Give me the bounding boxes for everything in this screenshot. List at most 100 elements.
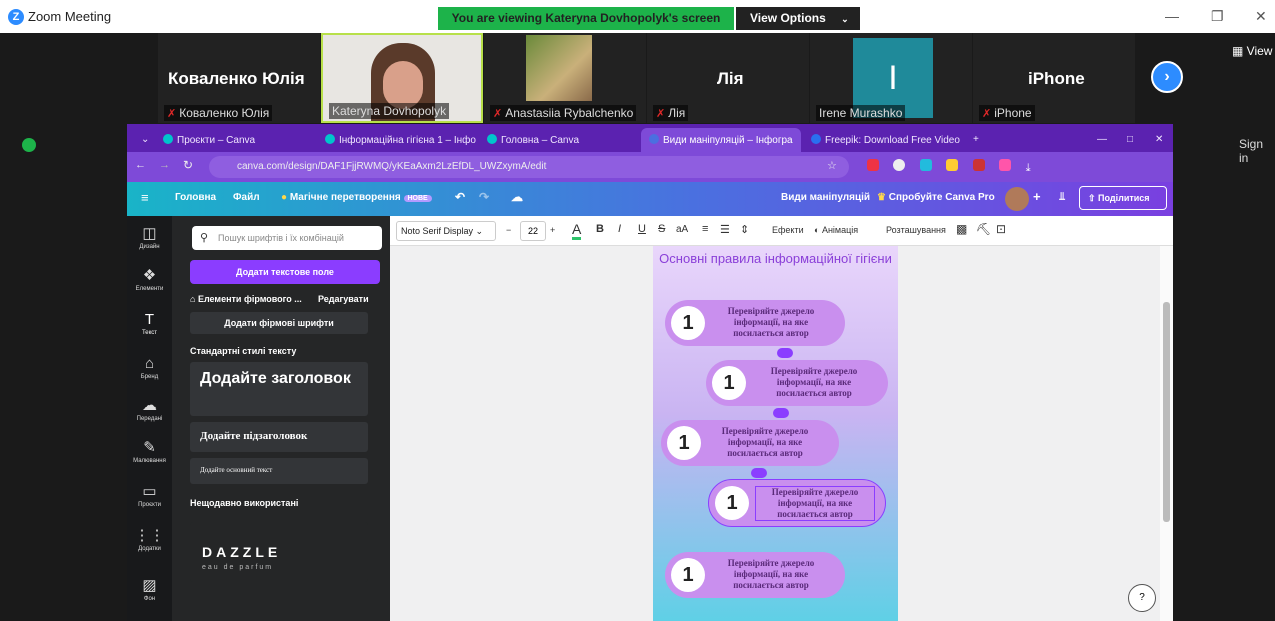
text-color-icon[interactable]: A xyxy=(572,221,582,240)
home-menu[interactable]: Головна xyxy=(175,192,216,203)
star-icon[interactable]: ☆ xyxy=(827,159,837,172)
file-menu[interactable]: Файл xyxy=(233,192,260,203)
extension-icon[interactable] xyxy=(999,159,1012,171)
forward-icon[interactable]: → xyxy=(159,159,170,171)
edit-link[interactable]: Редагувати xyxy=(318,294,369,304)
participant-tile[interactable]: Коваленко Юлія ✗ Коваленко Юлія xyxy=(158,33,320,123)
view-button[interactable]: ▦ View xyxy=(1232,44,1272,58)
list-icon[interactable]: ☰ xyxy=(720,223,730,236)
browser-tab[interactable]: Freepik: Download Free Video xyxy=(803,128,963,152)
avatar[interactable] xyxy=(1005,187,1029,211)
font-size-decrease-icon[interactable]: − xyxy=(506,225,511,235)
page-title[interactable]: Основні правила інформаційної гігієни xyxy=(653,250,898,267)
extension-icon[interactable] xyxy=(972,159,985,171)
effects-button[interactable]: Ефекти xyxy=(772,225,804,235)
next-participants-button[interactable]: › xyxy=(1151,61,1183,93)
url-field[interactable]: canva.com/design/DAF1FjjRWMQ/yKEaAxm2LzE… xyxy=(209,156,849,178)
rail-item-elements[interactable]: ❖ Елементи xyxy=(127,268,172,293)
align-icon[interactable]: ≡ xyxy=(702,223,708,235)
font-search-input[interactable]: ⚲ Пошук шрифтів і їх комбінацій xyxy=(192,226,382,250)
rail-label: Елементи xyxy=(135,286,164,292)
rail-item-brand[interactable]: ⌂ Бренд xyxy=(127,356,172,381)
position-button[interactable]: Розташування xyxy=(886,225,946,235)
minimize-icon[interactable]: — xyxy=(1165,8,1179,24)
extension-icon[interactable] xyxy=(919,159,932,171)
browser-menu-icon[interactable]: ⌄ xyxy=(133,128,153,152)
info-item[interactable]: 1 Перевіряйте джерело інформації, на яке… xyxy=(706,360,888,406)
add-text-box-button[interactable]: Додати текстове поле xyxy=(190,260,380,284)
extensions-toolbar[interactable]: ⤓ xyxy=(867,158,1127,174)
rail-label: Передані xyxy=(136,416,163,422)
info-item[interactable]: 1 Перевіряйте джерело інформації, на яке… xyxy=(661,420,839,466)
new-tab-button[interactable]: + xyxy=(965,128,989,152)
case-icon[interactable]: aA xyxy=(676,224,688,235)
rail-item-background[interactable]: ▨ Фон xyxy=(127,578,172,603)
style-paint-icon[interactable]: ⛏ xyxy=(976,222,991,236)
magic-switch-button[interactable]: ● Магічне перетворення НОВЕ xyxy=(281,192,432,203)
lock-icon[interactable]: ⊡ xyxy=(996,222,1006,236)
viewing-banner: You are viewing Kateryna Dovhopolyk's sc… xyxy=(438,7,734,30)
adblock-extension-icon[interactable] xyxy=(867,159,879,171)
italic-icon[interactable]: I xyxy=(618,223,621,235)
undo-icon[interactable]: ↶ xyxy=(455,190,465,204)
rail-item-draw[interactable]: ✎ Малювання xyxy=(127,440,172,465)
bold-icon[interactable]: B xyxy=(596,223,604,235)
close-icon[interactable]: ✕ xyxy=(1147,128,1167,152)
restore-icon[interactable]: ❐ xyxy=(1211,8,1224,25)
underline-icon[interactable]: U xyxy=(638,223,646,235)
font-size-increase-icon[interactable]: + xyxy=(550,225,555,235)
reload-icon[interactable]: ↻ xyxy=(183,158,193,172)
browser-tab[interactable]: Головна – Canva xyxy=(479,128,639,152)
transparency-icon[interactable]: ▩ xyxy=(956,222,967,236)
brand-elements-row[interactable]: ⌂ Елементи фірмового ... xyxy=(190,294,302,304)
minimize-icon[interactable]: — xyxy=(1089,128,1109,152)
try-pro-button[interactable]: ♛ Спробуйте Canva Pro xyxy=(877,192,995,203)
download-icon[interactable]: ⤓ xyxy=(1026,162,1038,174)
participant-tile[interactable]: Лія ✗ Лія xyxy=(647,33,809,123)
participant-tile[interactable]: iPhone ✗ iPhone xyxy=(973,33,1135,123)
help-icon[interactable]: ? xyxy=(1128,584,1156,612)
recent-font-combo[interactable]: DAZZLE eau de parfum xyxy=(190,522,368,582)
participant-tile[interactable]: I Irene Murashko xyxy=(810,33,972,123)
sign-in-link[interactable]: Sign in xyxy=(1239,137,1275,165)
rail-item-uploads[interactable]: ☁ Передані xyxy=(127,398,172,423)
add-collaborator-icon[interactable]: + xyxy=(1033,189,1041,204)
hamburger-icon[interactable]: ≡ xyxy=(141,190,149,205)
body-style-option[interactable]: Додайте основний текст xyxy=(190,458,368,484)
rail-item-text[interactable]: T Текст xyxy=(127,312,172,337)
info-item[interactable]: 1 Перевіряйте джерело інформації, на яке… xyxy=(665,552,845,598)
heading-style-option[interactable]: Додайте заголовок xyxy=(190,362,368,416)
info-item[interactable]: 1 Перевіряйте джерело інформації, на яке… xyxy=(665,300,845,346)
add-brand-fonts-button[interactable]: Додати фірмові шрифти xyxy=(190,312,368,334)
canva-favicon-icon xyxy=(649,134,659,144)
info-item-selected[interactable]: 1 Перевіряйте джерело інформації, на яке… xyxy=(708,479,886,527)
rail-item-apps[interactable]: ⋮⋮ Додатки xyxy=(127,528,172,553)
view-options-button[interactable]: View Options ⌄ xyxy=(736,7,860,30)
participant-tile-active[interactable]: Kateryna Dovhopolyk xyxy=(321,33,483,123)
extension-icon[interactable] xyxy=(946,159,959,171)
browser-tab[interactable]: Проєкти – Canva xyxy=(155,128,315,152)
close-icon[interactable]: ✕ xyxy=(1255,8,1267,25)
design-page[interactable]: Основні правила інформаційної гігієни 1 … xyxy=(653,246,898,621)
animate-button[interactable]: ◐ Анімація xyxy=(814,225,858,235)
spacing-icon[interactable]: ⇕ xyxy=(740,223,749,236)
participant-tile[interactable]: ✗ Anastasiia Rybalchenko xyxy=(484,33,646,123)
extension-icon[interactable] xyxy=(893,159,906,171)
subheading-style-option[interactable]: Додайте підзаголовок xyxy=(190,422,368,452)
document-title[interactable]: Види маніпуляцій xyxy=(781,192,870,203)
maximize-icon[interactable]: □ xyxy=(1119,128,1139,152)
redo-icon[interactable]: ↷ xyxy=(479,190,489,204)
font-size-input[interactable]: 22 xyxy=(520,221,546,241)
browser-tab[interactable]: Інформаційна гігієна 1 – Інфо xyxy=(317,128,477,152)
item-number: 1 xyxy=(671,306,705,340)
font-family-select[interactable]: Noto Serif Display ⌄ xyxy=(396,221,496,241)
rail-item-design[interactable]: ◫ Дизайн xyxy=(127,226,172,251)
analytics-icon[interactable]: ⫫ xyxy=(1059,191,1065,204)
share-button[interactable]: ⇧ Поділитися xyxy=(1079,186,1167,210)
canvas-scroll-thumb[interactable] xyxy=(1163,302,1170,522)
rail-item-projects[interactable]: ▭ Проєкти xyxy=(127,484,172,509)
back-icon[interactable]: ← xyxy=(135,159,146,171)
chevron-down-icon: ⌄ xyxy=(475,226,484,236)
browser-tab-active[interactable]: Види маніпуляцій – Інфогра xyxy=(641,128,801,152)
strikethrough-icon[interactable]: S xyxy=(658,223,665,235)
